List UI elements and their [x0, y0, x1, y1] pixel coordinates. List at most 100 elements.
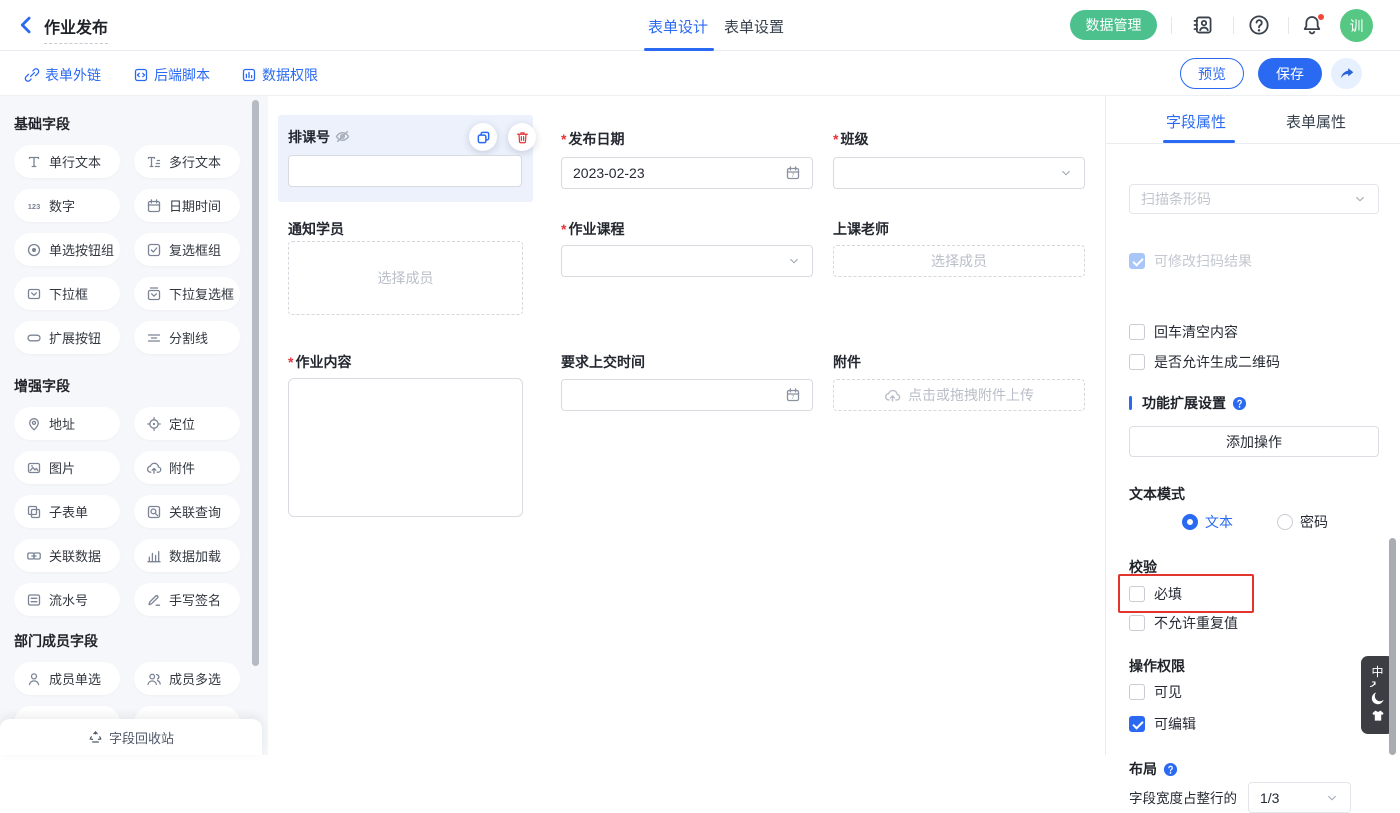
radio-unchecked[interactable] [1277, 514, 1293, 530]
data-permission-link[interactable]: 数据权限 [241, 65, 318, 85]
add-action-button[interactable]: 添加操作 [1129, 426, 1379, 457]
field-width-select[interactable]: 1/3 [1248, 782, 1351, 813]
due-time-input[interactable]: 7 [561, 379, 813, 411]
question-icon[interactable] [1232, 396, 1247, 411]
checkbox-label: 可修改扫码结果 [1154, 251, 1252, 271]
field-type-related-data[interactable]: 关联数据 [14, 539, 120, 572]
scan-result-editable-checkbox: 可修改扫码结果 [1129, 251, 1252, 271]
field-type-subform[interactable]: 子表单 [14, 495, 120, 528]
label-text: 发布日期 [568, 131, 624, 147]
layout-title: 布局 [1129, 759, 1178, 779]
field-type-multi-select[interactable]: 下拉复选框 [134, 277, 240, 310]
chevron-down-icon [1325, 791, 1339, 805]
scan-mode-select: 扫描条形码 [1129, 184, 1379, 214]
field-type-label: 手写签名 [169, 590, 221, 609]
field-type-data-load[interactable]: 数据加载 [134, 539, 240, 572]
publish-date-input[interactable]: 2023-02-23 7 [561, 157, 813, 189]
field-label-due-time: 要求上交时间 [561, 354, 645, 370]
no-duplicate-checkbox[interactable]: 不允许重复值 [1129, 613, 1238, 633]
avatar[interactable]: 训 [1340, 9, 1373, 42]
checkbox-checked[interactable] [1129, 716, 1145, 732]
course-no-input[interactable] [288, 155, 522, 187]
field-type-member-single[interactable]: 成员单选 [14, 662, 120, 695]
teacher-picker[interactable]: 选择成员 [833, 245, 1085, 277]
data-load-icon [146, 548, 162, 564]
tab-form-design[interactable]: 表单设计 [648, 16, 708, 37]
field-type-select[interactable]: 下拉框 [14, 277, 120, 310]
field-type-location[interactable]: 定位 [134, 407, 240, 440]
property-panel: 字段属性 表单属性 可修改扫码结果 扫描条形码 回车清空内容 是否允许生成二维码… [1105, 96, 1400, 755]
help-icon[interactable] [1248, 14, 1270, 36]
checkbox-unchecked[interactable] [1129, 684, 1145, 700]
field-type-sidebar: 基础字段单行文本多行文本123数字日期时间单选按钮组复选框组下拉框下拉复选框扩展… [0, 96, 268, 755]
field-type-multi-line-text[interactable]: 多行文本 [134, 145, 240, 178]
tab-form-settings[interactable]: 表单设置 [724, 16, 784, 37]
course-select[interactable] [561, 245, 813, 277]
share-button[interactable] [1331, 58, 1362, 89]
class-select[interactable] [833, 157, 1085, 189]
link-label: 数据权限 [262, 65, 318, 85]
field-type-member-multi[interactable]: 成员多选 [134, 662, 240, 695]
page-title[interactable]: 作业发布 [44, 14, 108, 44]
sidebar-scrollbar[interactable] [252, 100, 259, 666]
language-toggle-icon[interactable]: 中 [1371, 666, 1383, 678]
form-canvas: 排课号 *发布日期 2023-02-23 7 *班级 通知学员 选择成员 *作业… [268, 96, 1105, 755]
back-icon[interactable] [16, 15, 36, 35]
field-label-course: *作业课程 [561, 221, 624, 237]
notify-students-picker[interactable]: 选择成员 [288, 241, 523, 315]
dark-mode-moon-icon[interactable] [1370, 690, 1386, 706]
radio-checked[interactable] [1182, 514, 1198, 530]
field-type-number[interactable]: 123数字 [14, 189, 120, 222]
number-icon: 123 [26, 198, 42, 214]
text-mode-radio-password[interactable]: 密码 [1277, 512, 1328, 532]
field-type-label: 成员多选 [169, 669, 221, 688]
field-type-image[interactable]: 图片 [14, 451, 120, 484]
save-button[interactable]: 保存 [1258, 58, 1322, 89]
contact-book-icon[interactable] [1192, 14, 1214, 36]
field-type-address[interactable]: 地址 [14, 407, 120, 440]
tab-form-properties[interactable]: 表单属性 [1286, 111, 1346, 132]
field-type-radio-group[interactable]: 单选按钮组 [14, 233, 120, 266]
allow-qrcode-checkbox[interactable]: 是否允许生成二维码 [1129, 352, 1280, 372]
content-textarea[interactable] [288, 378, 523, 517]
field-type-divider[interactable]: 分割线 [134, 321, 240, 354]
data-manage-button[interactable]: 数据管理 [1070, 10, 1157, 40]
label-text: 作业内容 [295, 354, 351, 370]
chevron-down-icon [1059, 166, 1073, 180]
field-type-related-query[interactable]: 关联查询 [134, 495, 240, 528]
attachment-upload[interactable]: 点击或拖拽附件上传 [833, 379, 1085, 411]
field-type-datetime[interactable]: 日期时间 [134, 189, 240, 222]
field-type-checkbox-group[interactable]: 复选框组 [134, 233, 240, 266]
field-type-attachment[interactable]: 附件 [134, 451, 240, 484]
tab-field-properties[interactable]: 字段属性 [1166, 111, 1226, 132]
eye-off-icon [334, 128, 351, 145]
svg-text:7: 7 [792, 395, 795, 401]
copy-field-button[interactable] [469, 123, 497, 151]
field-type-label: 扩展按钮 [49, 328, 101, 347]
required-checkbox[interactable]: 必填 [1129, 584, 1182, 604]
theme-shirt-icon[interactable] [1370, 708, 1386, 724]
chevron-down-icon [787, 254, 801, 268]
field-recycle-bin[interactable]: 字段回收站 [0, 719, 262, 755]
editable-checkbox[interactable]: 可编辑 [1129, 714, 1196, 734]
recycle-icon [88, 730, 103, 745]
visible-checkbox[interactable]: 可见 [1129, 682, 1182, 702]
question-icon[interactable] [1163, 762, 1178, 777]
related-data-icon [26, 548, 42, 564]
field-type-signature[interactable]: 手写签名 [134, 583, 240, 616]
text-mode-radio-text[interactable]: 文本 [1182, 512, 1233, 532]
checkbox-unchecked[interactable] [1129, 324, 1145, 340]
preview-button[interactable]: 预览 [1180, 58, 1244, 89]
image-icon [26, 460, 42, 476]
field-type-single-line-text[interactable]: 单行文本 [14, 145, 120, 178]
page-scrollbar[interactable] [1389, 538, 1396, 755]
form-external-link[interactable]: 表单外链 [24, 65, 101, 85]
checkbox-unchecked[interactable] [1129, 615, 1145, 631]
field-type-extend-button[interactable]: 扩展按钮 [14, 321, 120, 354]
backend-script-link[interactable]: 后端脚本 [133, 65, 210, 85]
checkbox-unchecked[interactable] [1129, 586, 1145, 602]
field-type-serial-number[interactable]: 流水号 [14, 583, 120, 616]
checkbox-unchecked[interactable] [1129, 354, 1145, 370]
clear-on-enter-checkbox[interactable]: 回车清空内容 [1129, 322, 1238, 342]
delete-field-button[interactable] [508, 123, 536, 151]
